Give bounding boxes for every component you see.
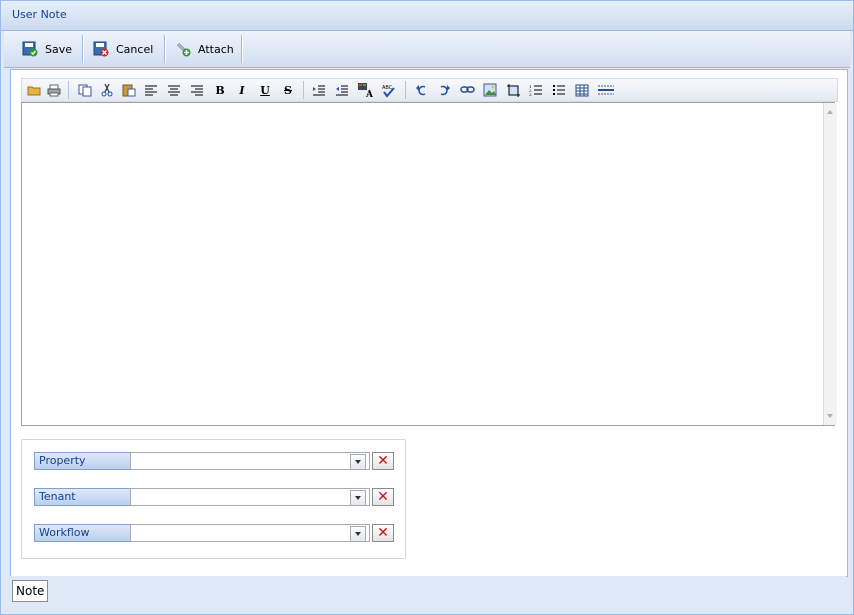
property-combo[interactable] xyxy=(130,452,370,470)
toolbar-separator xyxy=(241,35,243,63)
scroll-up-icon[interactable] xyxy=(827,110,833,114)
main-toolbar: Save Cancel Attach xyxy=(4,31,850,68)
tenant-dropdown-button[interactable] xyxy=(350,490,366,506)
align-right-icon[interactable] xyxy=(189,82,205,98)
bold-icon[interactable]: B xyxy=(212,82,228,98)
spellcheck-icon[interactable]: ABC xyxy=(381,82,397,98)
toolbar-separator xyxy=(164,35,166,63)
svg-text:A: A xyxy=(365,90,373,98)
paste-icon[interactable] xyxy=(121,82,137,98)
workflow-dropdown-button[interactable] xyxy=(350,526,366,542)
attach-label: Attach xyxy=(198,42,234,56)
workflow-label: Workflow xyxy=(34,524,134,542)
chevron-down-icon xyxy=(355,460,361,464)
copy-icon[interactable] xyxy=(77,82,93,98)
chevron-down-icon xyxy=(355,532,361,536)
note-panel: B I U S A ABC 123 Property ✕ Tenant ✕ Wo… xyxy=(10,69,848,577)
tab-strip: Note xyxy=(10,576,846,610)
table-icon[interactable] xyxy=(574,82,590,98)
workflow-combo[interactable] xyxy=(130,524,370,542)
folder-open-icon[interactable] xyxy=(26,82,42,98)
strikethrough-icon[interactable]: S xyxy=(280,82,296,98)
underline-icon[interactable]: U xyxy=(257,82,273,98)
attach-button[interactable]: Attach xyxy=(175,36,234,62)
image-icon[interactable] xyxy=(482,82,498,98)
cancel-label: Cancel xyxy=(116,42,154,56)
attach-icon xyxy=(175,41,191,57)
property-clear-button[interactable]: ✕ xyxy=(372,452,394,470)
editor-separator xyxy=(303,81,304,99)
note-editor[interactable] xyxy=(21,102,835,426)
tenant-label: Tenant xyxy=(34,488,134,506)
title-bar: User Note xyxy=(1,1,853,31)
workflow-clear-button[interactable]: ✕ xyxy=(372,524,394,542)
print-icon[interactable] xyxy=(46,82,62,98)
save-icon xyxy=(22,41,38,57)
undo-icon[interactable] xyxy=(414,82,430,98)
redo-icon[interactable] xyxy=(436,82,452,98)
toolbar-separator xyxy=(82,35,84,63)
editor-separator xyxy=(405,81,406,99)
tenant-clear-button[interactable]: ✕ xyxy=(372,488,394,506)
unordered-list-icon[interactable] xyxy=(551,82,567,98)
ordered-list-icon[interactable]: 123 xyxy=(528,82,544,98)
italic-icon[interactable]: I xyxy=(234,82,250,98)
save-button[interactable]: Save xyxy=(22,36,72,62)
crop-icon[interactable] xyxy=(505,82,521,98)
link-icon[interactable] xyxy=(459,82,475,98)
align-left-icon[interactable] xyxy=(143,82,159,98)
tenant-combo[interactable] xyxy=(130,488,370,506)
editor-toolbar: B I U S A ABC 123 xyxy=(21,78,838,102)
horizontal-rule-icon[interactable] xyxy=(597,82,615,98)
chevron-down-icon xyxy=(355,496,361,500)
align-center-icon[interactable] xyxy=(166,82,182,98)
outdent-icon[interactable] xyxy=(334,82,350,98)
window-title: User Note xyxy=(12,8,67,21)
property-dropdown-button[interactable] xyxy=(350,454,366,470)
editor-separator xyxy=(68,81,69,99)
tab-note[interactable]: Note xyxy=(12,580,49,602)
cancel-button[interactable]: Cancel xyxy=(93,36,153,62)
save-label: Save xyxy=(45,42,73,56)
editor-scrollbar[interactable] xyxy=(823,103,837,425)
scroll-down-icon[interactable] xyxy=(827,414,833,418)
link-fields-group: Property ✕ Tenant ✕ Workflow ✕ xyxy=(21,439,406,559)
user-note-window: User Note Save Cancel Attach B I U S A A… xyxy=(0,0,854,615)
property-label: Property xyxy=(34,452,134,470)
font-color-icon[interactable]: A xyxy=(357,82,373,98)
cancel-icon xyxy=(93,41,109,57)
indent-icon[interactable] xyxy=(311,82,327,98)
cut-icon[interactable] xyxy=(99,82,115,98)
svg-text:3: 3 xyxy=(529,92,532,97)
